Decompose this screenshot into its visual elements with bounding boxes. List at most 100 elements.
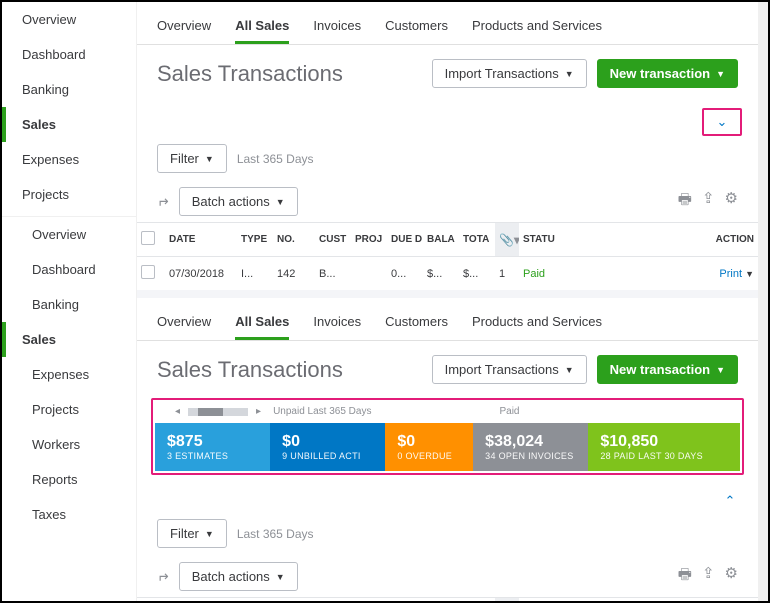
- col-header[interactable]: DATE: [165, 598, 237, 602]
- tab-overview[interactable]: Overview: [157, 308, 211, 340]
- money-segment[interactable]: $10,85028 PAID LAST 30 DAYS: [588, 423, 740, 471]
- tab-all-sales[interactable]: All Sales: [235, 12, 289, 44]
- new-transaction-button[interactable]: New transaction ▼: [597, 355, 738, 384]
- cell: 142: [273, 257, 309, 291]
- sidebar-item-banking[interactable]: Banking: [2, 72, 136, 107]
- money-segment[interactable]: $8753 ESTIMATES: [155, 423, 270, 471]
- sidebar-item-overview[interactable]: Overview: [2, 2, 136, 37]
- filter-button[interactable]: Filter ▼: [157, 519, 227, 548]
- sidebar-item-taxes[interactable]: Taxes: [2, 497, 136, 532]
- col-header[interactable]: DATE: [165, 223, 237, 257]
- sidebar-item-dashboard[interactable]: Dashboard: [2, 252, 136, 287]
- caret-down-icon: ▼: [716, 69, 725, 79]
- tab-invoices[interactable]: Invoices: [313, 12, 361, 44]
- filter-hint: Last 365 Days: [237, 527, 314, 541]
- expand-chevron-icon[interactable]: ⌄: [710, 112, 734, 132]
- settings-gear-icon[interactable]: ⚙: [725, 564, 738, 589]
- tab-overview[interactable]: Overview: [157, 12, 211, 44]
- tab-invoices[interactable]: Invoices: [313, 308, 361, 340]
- cell: [351, 257, 387, 291]
- money-bar: $8753 ESTIMATES$09 UNBILLED ACTI$00 OVER…: [155, 423, 740, 471]
- tab-customers[interactable]: Customers: [385, 12, 448, 44]
- money-bar-highlight: ◂ ▸ Unpaid Last 365 Days Paid $8753 ESTI…: [151, 398, 744, 475]
- money-amount: $10,850: [600, 433, 728, 451]
- col-header[interactable]: NO.: [273, 223, 309, 257]
- col-header[interactable]: TYPE: [237, 223, 273, 257]
- transactions-table: DATETYPENO. CUSTPROJDUE DBALATOTA📎▾STATUA…: [137, 597, 758, 601]
- sidebar-item-projects[interactable]: Projects: [2, 177, 136, 212]
- sidebar-item-overview[interactable]: Overview: [2, 217, 136, 252]
- col-header[interactable]: STATU: [519, 223, 563, 257]
- attachment-icon: 📎▾: [499, 233, 519, 247]
- col-header[interactable]: DUE D: [387, 223, 423, 257]
- print-icon[interactable]: 🖶: [678, 189, 692, 214]
- cell: 1: [495, 257, 519, 291]
- col-header[interactable]: STATU: [519, 598, 563, 602]
- sidebar-item-sales[interactable]: Sales: [2, 322, 136, 357]
- col-header[interactable]: PROJ: [351, 598, 387, 602]
- tab-products-and-services[interactable]: Products and Services: [472, 12, 602, 44]
- col-header[interactable]: ACTION: [563, 223, 758, 257]
- cell: Print ▼: [563, 257, 758, 291]
- scrollbar[interactable]: [758, 2, 768, 601]
- tab-all-sales[interactable]: All Sales: [235, 308, 289, 340]
- paid-label: Paid: [499, 406, 519, 417]
- money-segment[interactable]: $09 UNBILLED ACTI: [270, 423, 385, 471]
- sidebar: OverviewDashboardBankingSalesExpensesPro…: [2, 2, 137, 601]
- tab-customers[interactable]: Customers: [385, 308, 448, 340]
- col-header[interactable]: CUST: [315, 223, 351, 257]
- import-transactions-button[interactable]: Import Transactions ▼: [432, 355, 587, 384]
- col-header[interactable]: TOTA: [459, 223, 495, 257]
- nav-left-icon[interactable]: ◂: [175, 406, 180, 417]
- money-amount: $0: [397, 433, 461, 451]
- import-transactions-button[interactable]: Import Transactions ▼: [432, 59, 587, 88]
- tab-products-and-services[interactable]: Products and Services: [472, 308, 602, 340]
- money-amount: $875: [167, 433, 258, 451]
- sidebar-item-expenses[interactable]: Expenses: [2, 142, 136, 177]
- cell: I...: [237, 257, 273, 291]
- export-icon[interactable]: ⇪: [702, 189, 715, 214]
- scrub-slider[interactable]: [188, 408, 248, 416]
- collapse-chevron-icon[interactable]: ⌃: [718, 491, 742, 511]
- col-header[interactable]: BALA: [423, 598, 459, 602]
- print-link[interactable]: Print: [719, 268, 742, 280]
- col-header[interactable]: ACTION: [563, 598, 758, 602]
- sidebar-item-workers[interactable]: Workers: [2, 427, 136, 462]
- sidebar-item-reports[interactable]: Reports: [2, 462, 136, 497]
- col-header[interactable]: 📎▾: [495, 598, 519, 602]
- export-icon[interactable]: ⇪: [702, 564, 715, 589]
- col-header[interactable]: TOTA: [459, 598, 495, 602]
- col-header[interactable]: 📎▾: [495, 223, 519, 257]
- money-segment[interactable]: $00 OVERDUE: [385, 423, 473, 471]
- sidebar-item-projects[interactable]: Projects: [2, 392, 136, 427]
- money-label: 0 OVERDUE: [397, 451, 461, 461]
- filter-button[interactable]: Filter ▼: [157, 144, 227, 173]
- settings-gear-icon[interactable]: ⚙: [725, 189, 738, 214]
- sidebar-item-dashboard[interactable]: Dashboard: [2, 37, 136, 72]
- cell: 07/30/2018: [165, 257, 237, 291]
- col-header[interactable]: CUST: [315, 598, 351, 602]
- row-checkbox[interactable]: [141, 265, 155, 279]
- col-header[interactable]: NO.: [273, 598, 309, 602]
- new-transaction-button[interactable]: New transaction ▼: [597, 59, 738, 88]
- col-header[interactable]: TYPE: [237, 598, 273, 602]
- cell: Paid: [519, 257, 563, 291]
- money-amount: $0: [282, 433, 373, 451]
- sidebar-item-sales[interactable]: Sales: [2, 107, 136, 142]
- money-amount: $38,024: [485, 433, 576, 451]
- sidebar-item-expenses[interactable]: Expenses: [2, 357, 136, 392]
- money-segment[interactable]: $38,02434 OPEN INVOICES: [473, 423, 588, 471]
- money-label: 9 UNBILLED ACTI: [282, 451, 373, 461]
- batch-actions-button[interactable]: Batch actions ▼: [179, 562, 298, 591]
- col-header[interactable]: PROJ: [351, 223, 387, 257]
- sidebar-item-banking[interactable]: Banking: [2, 287, 136, 322]
- nav-right-icon[interactable]: ▸: [256, 406, 261, 417]
- main-content: Overview All Sales Invoices Customers Produc…: [137, 2, 758, 601]
- select-all-checkbox[interactable]: [141, 231, 155, 245]
- batch-actions-button[interactable]: Batch actions ▼: [179, 187, 298, 216]
- col-header[interactable]: BALA: [423, 223, 459, 257]
- cell: B...: [315, 257, 351, 291]
- col-header[interactable]: DUE D: [387, 598, 423, 602]
- unpaid-label: Unpaid Last 365 Days: [273, 406, 371, 417]
- print-icon[interactable]: 🖶: [678, 564, 692, 589]
